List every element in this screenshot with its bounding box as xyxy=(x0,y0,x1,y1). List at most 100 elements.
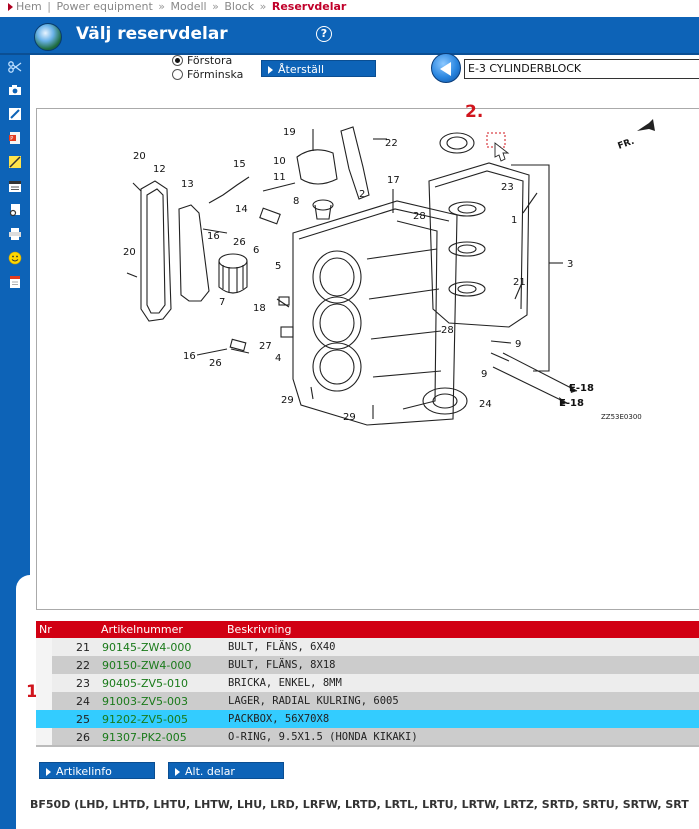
table-row[interactable]: 23 90405-ZV5-010 BRICKA, ENKEL, 8MM xyxy=(36,674,699,692)
callout-14[interactable]: 14 xyxy=(235,204,248,215)
callout-22[interactable]: 22 xyxy=(385,138,398,149)
breadcrumb-current: Reservdelar xyxy=(271,0,347,13)
row-marker xyxy=(36,674,52,692)
callout-6[interactable]: 6 xyxy=(253,245,259,256)
row-description: BRICKA, ENKEL, 8MM xyxy=(224,674,699,692)
callout-3[interactable]: 3 xyxy=(567,259,573,270)
callout-7[interactable]: 7 xyxy=(219,297,225,308)
callout-26b[interactable]: 26 xyxy=(209,358,222,369)
row-marker xyxy=(36,692,52,710)
callout-12[interactable]: 12 xyxy=(153,164,166,175)
callout-17[interactable]: 17 xyxy=(387,175,400,186)
print-preview-icon[interactable] xyxy=(8,203,22,217)
row-nr: 23 xyxy=(52,674,98,692)
callout-24[interactable]: 24 xyxy=(479,399,492,410)
block-select[interactable]: E-3 CYLINDERBLOCK xyxy=(464,59,699,79)
callout-e18b[interactable]: E-18 xyxy=(559,398,584,409)
callout-11[interactable]: 11 xyxy=(273,172,286,183)
row-article[interactable]: 91307-PK2-005 xyxy=(98,728,224,746)
parts-diagram[interactable]: 1 2 3 4 5 6 7 8 9 9 10 11 12 13 14 15 16… xyxy=(36,108,699,610)
table-row[interactable]: 24 91003-ZV5-003 LAGER, RADIAL KULRING, … xyxy=(36,692,699,710)
breadcrumb-home[interactable]: Hem xyxy=(16,0,42,13)
callout-21[interactable]: 21 xyxy=(513,277,526,288)
callout-19[interactable]: 19 xyxy=(283,127,296,138)
callout-5[interactable]: 5 xyxy=(275,261,281,272)
smiley-icon[interactable] xyxy=(8,251,22,265)
back-arrow-button[interactable] xyxy=(431,53,461,83)
callout-16b[interactable]: 16 xyxy=(183,351,196,362)
table-row[interactable]: 26 91307-PK2-005 O-RING, 9.5X1.5 (HONDA … xyxy=(36,728,699,746)
triangle-right-icon xyxy=(46,768,51,776)
diagram-code: ZZ53E0300 xyxy=(601,413,642,421)
callout-10[interactable]: 10 xyxy=(273,156,286,167)
zoom-option-enlarge[interactable]: Förstora xyxy=(172,53,243,67)
row-description: PACKBOX, 56X70X8 xyxy=(224,710,699,728)
globe-logo-icon xyxy=(34,23,62,51)
pdf-icon[interactable]: P xyxy=(8,131,22,145)
breadcrumb-separator: | xyxy=(47,0,51,13)
column-header-description[interactable]: Beskrivning xyxy=(224,621,699,638)
triangle-right-icon xyxy=(175,768,180,776)
scissors-icon[interactable] xyxy=(8,60,22,74)
svg-text:P: P xyxy=(10,136,13,142)
callout-e18a[interactable]: E-18 xyxy=(569,383,594,394)
breadcrumb-block[interactable]: Block xyxy=(224,0,254,13)
row-nr: 25 xyxy=(52,710,98,728)
callout-15[interactable]: 15 xyxy=(233,159,246,170)
table-row-selected[interactable]: 25 91202-ZV5-005 PACKBOX, 56X70X8 xyxy=(36,710,699,728)
column-header-article[interactable]: Artikelnummer xyxy=(98,621,224,638)
row-article[interactable]: 90150-ZW4-000 xyxy=(98,656,224,674)
alt-parts-button[interactable]: Alt. delar xyxy=(168,762,284,779)
callout-28b[interactable]: 28 xyxy=(441,325,454,336)
row-article[interactable]: 91003-ZV5-003 xyxy=(98,692,224,710)
reset-button[interactable]: Återställ xyxy=(261,60,376,77)
callout-23[interactable]: 23 xyxy=(501,182,514,193)
calendar-icon[interactable] xyxy=(8,179,22,193)
camera-icon[interactable] xyxy=(8,83,22,97)
table-row[interactable]: 21 90145-ZW4-000 BULT, FLÄNS, 6X40 xyxy=(36,638,699,656)
breadcrumb-power-equipment[interactable]: Power equipment xyxy=(56,0,152,13)
callout-27[interactable]: 27 xyxy=(259,341,272,352)
triangle-right-icon xyxy=(268,66,273,74)
callout-29a[interactable]: 29 xyxy=(281,395,294,406)
callout-20b[interactable]: 20 xyxy=(123,247,136,258)
row-description: O-RING, 9.5X1.5 (HONDA KIKAKI) xyxy=(224,728,699,746)
model-variants: BF50D (LHD, LHTD, LHTU, LHTW, LHU, LRD, … xyxy=(30,798,689,811)
zoom-option-reduce[interactable]: Förminska xyxy=(172,67,243,81)
breadcrumb: Hem | Power equipment » Modell » Block »… xyxy=(0,0,699,16)
callout-9b[interactable]: 9 xyxy=(481,369,487,380)
callout-8[interactable]: 8 xyxy=(293,196,299,207)
row-article[interactable]: 91202-ZV5-005 xyxy=(98,710,224,728)
resize-icon[interactable] xyxy=(8,107,22,121)
callout-9a[interactable]: 9 xyxy=(515,339,521,350)
row-marker xyxy=(36,710,52,728)
table-row[interactable]: 22 90150-ZW4-000 BULT, FLÄNS, 8X18 xyxy=(36,656,699,674)
row-description: BULT, FLÄNS, 8X18 xyxy=(224,656,699,674)
column-header-nr[interactable]: Nr xyxy=(36,621,98,638)
radio-enlarge-label: Förstora xyxy=(187,53,233,67)
radio-enlarge[interactable] xyxy=(172,54,183,66)
callout-29b[interactable]: 29 xyxy=(343,412,356,423)
breadcrumb-separator: » xyxy=(212,0,219,13)
printer-icon[interactable] xyxy=(8,227,22,241)
callout-26a[interactable]: 26 xyxy=(233,237,246,248)
radio-reduce[interactable] xyxy=(172,68,183,80)
callout-16a[interactable]: 16 xyxy=(207,231,220,242)
callout-28a[interactable]: 28 xyxy=(413,211,426,222)
row-article[interactable]: 90405-ZV5-010 xyxy=(98,674,224,692)
article-info-button[interactable]: Artikelinfo xyxy=(39,762,155,779)
callout-18[interactable]: 18 xyxy=(253,303,266,314)
help-icon[interactable]: ? xyxy=(316,26,332,42)
row-article[interactable]: 90145-ZW4-000 xyxy=(98,638,224,656)
callout-1[interactable]: 1 xyxy=(511,215,517,226)
callout-2[interactable]: 2 xyxy=(359,189,365,200)
document-icon[interactable] xyxy=(8,275,22,289)
exploded-view-drawing: 1 2 3 4 5 6 7 8 9 9 10 11 12 13 14 15 16… xyxy=(123,119,655,426)
zoom-radio-group: Förstora Förminska xyxy=(172,53,243,81)
breadcrumb-model[interactable]: Modell xyxy=(171,0,207,13)
callout-20a[interactable]: 20 xyxy=(133,151,146,162)
highlighter-icon[interactable] xyxy=(8,155,22,169)
callout-4[interactable]: 4 xyxy=(275,353,281,364)
callout-13[interactable]: 13 xyxy=(181,179,194,190)
radio-reduce-label: Förminska xyxy=(187,67,244,81)
